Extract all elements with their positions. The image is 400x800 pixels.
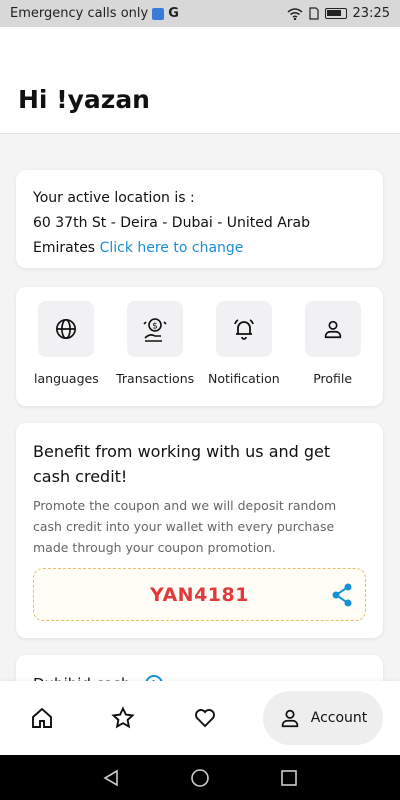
coupon-box[interactable]: YAN4181 xyxy=(33,568,366,621)
bottom-nav: Account xyxy=(0,681,400,755)
clock: 23:25 xyxy=(352,6,390,21)
shield-icon xyxy=(152,7,165,20)
location-address-cont: Emirates xyxy=(33,240,96,256)
quick-action-label: languages xyxy=(34,371,99,386)
promo-card: Benefit from working with us and get cas… xyxy=(16,423,383,638)
svg-text:$: $ xyxy=(152,322,158,332)
globe-icon xyxy=(56,319,77,339)
nav-account[interactable]: Account xyxy=(263,691,383,745)
wifi-icon xyxy=(287,7,303,20)
recents-button[interactable] xyxy=(278,767,300,789)
money-hand-icon: $ xyxy=(143,318,167,342)
quick-action-profile[interactable]: Profile xyxy=(289,301,377,406)
person-icon xyxy=(324,320,341,339)
quick-action-notification[interactable]: Notification xyxy=(200,301,288,406)
nav-account-label: Account xyxy=(310,710,368,726)
heart-icon xyxy=(195,709,215,728)
back-button[interactable] xyxy=(100,767,122,789)
home-circle-icon xyxy=(191,769,209,787)
promo-title: Benefit from working with us and get cas… xyxy=(33,442,331,486)
nav-home[interactable] xyxy=(29,705,55,731)
nav-favorites[interactable] xyxy=(110,705,136,731)
battery-icon xyxy=(324,8,347,19)
home-button[interactable] xyxy=(189,767,211,789)
bell-ringing-icon xyxy=(234,319,254,340)
location-address: 60 37th St - Deira - Dubai - United Arab xyxy=(33,215,310,231)
quick-action-transactions[interactable]: $ Transactions xyxy=(111,301,199,406)
quick-action-label: Transactions xyxy=(116,371,195,386)
share-icon[interactable] xyxy=(331,583,353,607)
quick-action-languages[interactable]: languages xyxy=(22,301,110,406)
nav-wishlist[interactable] xyxy=(192,705,218,731)
home-icon xyxy=(32,707,52,728)
sim-icon xyxy=(308,7,319,20)
promo-description: Promote the coupon and we will deposit r… xyxy=(33,498,337,555)
carrier-text: Emergency calls only xyxy=(10,6,149,21)
recents-square-icon xyxy=(281,770,297,786)
location-heading: Your active location is : xyxy=(33,190,195,206)
star-icon xyxy=(111,706,135,729)
system-nav-bar xyxy=(0,755,400,800)
quick-action-label: Profile xyxy=(313,371,353,386)
location-card: Your active location is : 60 37th St - D… xyxy=(16,170,383,268)
coupon-code: YAN4181 xyxy=(150,583,249,606)
status-bar: Emergency calls only G 23:25 xyxy=(0,0,400,27)
person-icon xyxy=(281,709,298,728)
quick-action-label: Notification xyxy=(208,371,280,386)
google-icon: G xyxy=(168,6,179,21)
quick-actions-card: languages $ Transactions Notification Pr… xyxy=(16,287,383,406)
header: Hi !yazan xyxy=(0,27,400,134)
change-location-link[interactable]: Click here to change xyxy=(100,240,244,256)
back-triangle-icon xyxy=(103,769,118,787)
greeting-title: Hi !yazan xyxy=(18,85,150,114)
